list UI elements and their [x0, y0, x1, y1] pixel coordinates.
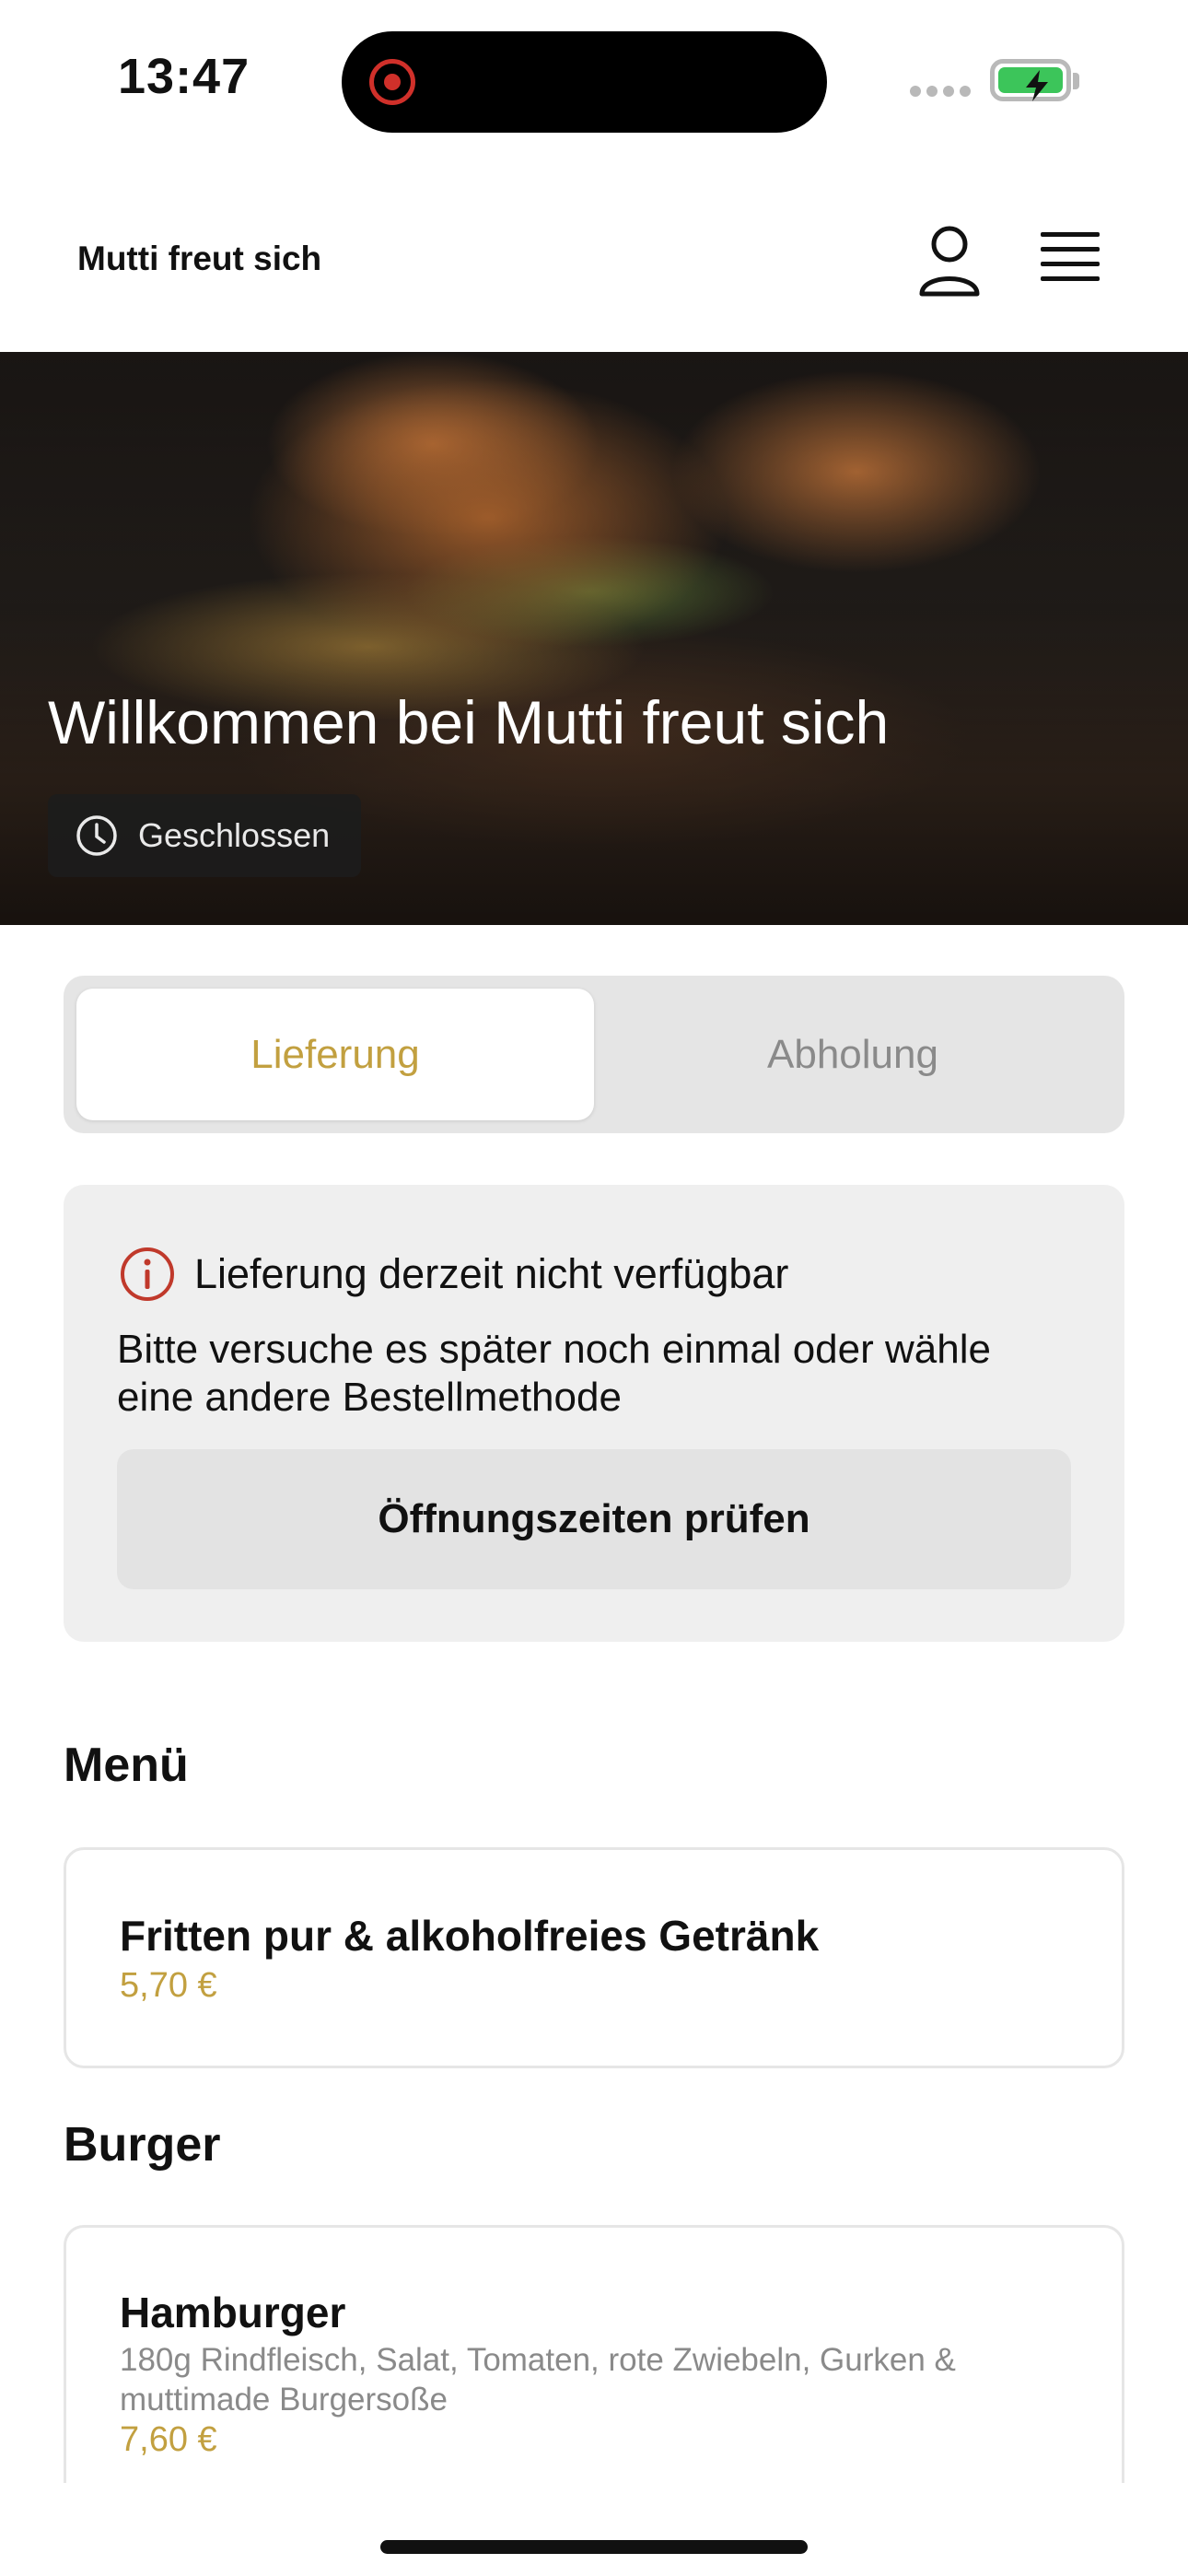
menu-item-description: 180g Rindfleisch, Salat, Tomaten, rote Z… — [120, 2342, 956, 2418]
notice-body: Bitte versuche es später noch einmal ode… — [117, 1327, 991, 1420]
menu-item-price: 5,70 € — [120, 1966, 217, 2005]
hero-banner: Willkommen bei Mutti freut sich Geschlos… — [0, 352, 1188, 925]
tab-abholung[interactable]: Abholung — [594, 989, 1112, 1120]
info-icon — [121, 1247, 174, 1301]
battery-cap — [1073, 73, 1079, 89]
menu-item-card[interactable]: Fritten pur & alkoholfreies Getränk 5,70… — [64, 1847, 1124, 2068]
battery-icon — [990, 59, 1071, 101]
order-method-toggle: Lieferung Abholung — [64, 976, 1124, 1133]
recording-indicator-icon — [369, 59, 415, 105]
cellular-signal-icon — [910, 85, 976, 101]
opening-status-text: Geschlossen — [138, 816, 331, 854]
status-bar: 13:47 — [0, 0, 1188, 166]
check-opening-hours-button[interactable]: Öffnungszeiten prüfen — [117, 1449, 1071, 1589]
clock-icon — [76, 815, 117, 856]
user-icon[interactable] — [916, 224, 983, 298]
opening-status-badge: Geschlossen — [48, 794, 361, 877]
home-indicator[interactable] — [380, 2540, 808, 2554]
notice-title: Lieferung derzeit nicht verfügbar — [194, 1250, 789, 1297]
tab-lieferung[interactable]: Lieferung — [76, 989, 594, 1120]
section-title-menu: Menü — [64, 1739, 189, 1792]
hero-title: Willkommen bei Mutti freut sich — [48, 688, 890, 756]
dynamic-island — [342, 31, 827, 133]
status-time: 13:47 — [118, 49, 250, 104]
charging-bolt-icon — [1026, 70, 1048, 101]
menu-item-name: Fritten pur & alkoholfreies Getränk — [120, 1912, 820, 1960]
menu-item-name: Hamburger — [120, 2289, 346, 2336]
delivery-unavailable-notice: Lieferung derzeit nicht verfügbar Bitte … — [64, 1185, 1124, 1642]
hamburger-menu-icon[interactable] — [1041, 232, 1107, 289]
bottom-safe-area — [0, 2483, 1188, 2576]
menu-item-price: 7,60 € — [120, 2420, 217, 2459]
notice-header: Lieferung derzeit nicht verfügbar — [119, 1246, 788, 1303]
section-title-burger: Burger — [64, 2118, 221, 2172]
app-header: Mutti freut sich — [0, 166, 1188, 352]
brand-name[interactable]: Mutti freut sich — [77, 240, 321, 278]
